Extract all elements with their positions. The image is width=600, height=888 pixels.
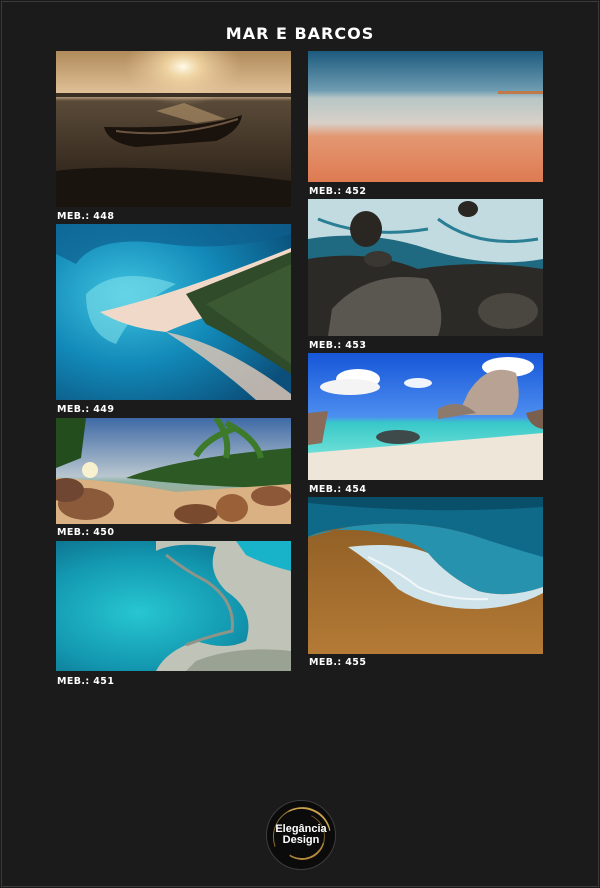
- photo-meb-454[interactable]: [308, 353, 543, 480]
- caption-meb-453: MEB.: 453: [309, 340, 367, 351]
- photo-meb-451[interactable]: [56, 541, 291, 671]
- photo-meb-448[interactable]: [56, 51, 291, 207]
- photo-meb-452[interactable]: [308, 51, 543, 182]
- photo-meb-449[interactable]: [56, 224, 291, 400]
- elegancia-design-logo: Elegância Design: [266, 800, 336, 870]
- logo-line-2: Design: [282, 834, 320, 846]
- page-title: MAR E BARCOS: [225, 24, 375, 43]
- caption-meb-451: MEB.: 451: [57, 676, 115, 687]
- caption-meb-448: MEB.: 448: [57, 211, 115, 222]
- caption-meb-455: MEB.: 455: [309, 657, 367, 668]
- caption-meb-454: MEB.: 454: [309, 484, 367, 495]
- photo-meb-453[interactable]: [308, 199, 543, 336]
- photo-meb-450[interactable]: [56, 418, 291, 524]
- photo-meb-455[interactable]: [308, 497, 543, 654]
- caption-meb-449: MEB.: 449: [57, 404, 115, 415]
- caption-meb-452: MEB.: 452: [309, 186, 367, 197]
- caption-meb-450: MEB.: 450: [57, 527, 115, 538]
